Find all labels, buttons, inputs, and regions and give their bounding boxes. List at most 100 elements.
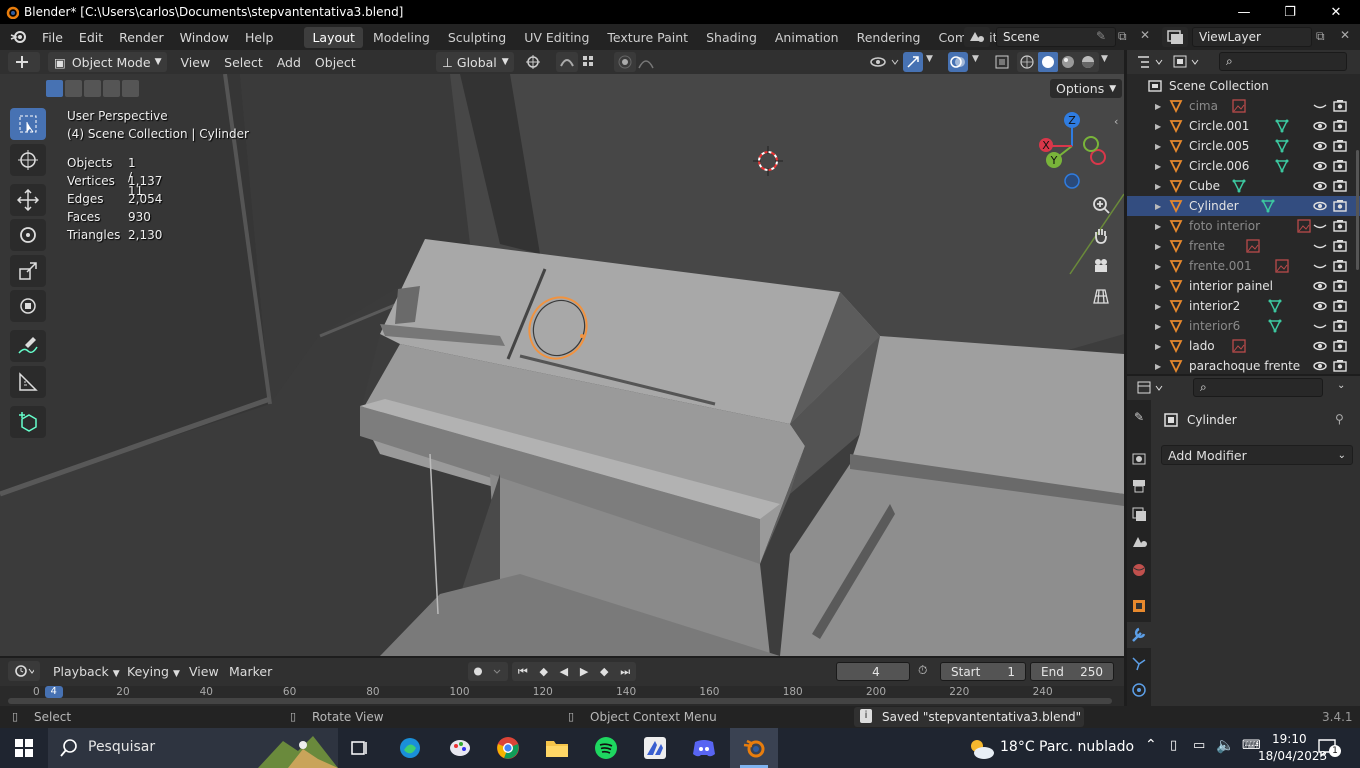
blender-menu-icon[interactable] bbox=[10, 30, 28, 44]
overlay-toggle-icon[interactable] bbox=[948, 52, 968, 72]
outliner-item[interactable]: ▶ Circle.006 bbox=[1127, 156, 1360, 176]
volume-icon[interactable]: 🔈 bbox=[1216, 736, 1235, 754]
playhead[interactable]: 4 bbox=[44, 686, 63, 698]
current-frame-field[interactable]: 4 bbox=[836, 662, 910, 681]
editor-type-icon[interactable] bbox=[8, 52, 40, 72]
eye-icon[interactable] bbox=[1313, 119, 1327, 133]
overlay-dropdown-icon[interactable]: ▼ bbox=[972, 54, 979, 64]
render-camera-icon[interactable] bbox=[1333, 339, 1347, 353]
outliner-item[interactable]: ▶ interior painel bbox=[1127, 276, 1360, 296]
battery-icon[interactable]: ▭ bbox=[1193, 738, 1205, 753]
jump-start-icon[interactable]: ⏮ bbox=[518, 665, 528, 679]
render-camera-icon[interactable] bbox=[1333, 239, 1347, 253]
image-data-icon[interactable] bbox=[1246, 239, 1260, 253]
taskbar-search[interactable]: Pesquisar bbox=[48, 728, 338, 768]
mesh-data-icon[interactable] bbox=[1275, 159, 1289, 173]
render-camera-icon[interactable] bbox=[1333, 139, 1347, 153]
gizmo-neg-y-axis[interactable] bbox=[1083, 136, 1099, 152]
timeline-ruler[interactable]: 0 20 40 60 80 100 120 140 160 180 200 220 240 4 bbox=[0, 686, 1124, 706]
eye-closed-icon[interactable] bbox=[1313, 239, 1327, 253]
tool-tab-icon[interactable]: ✎ bbox=[1129, 410, 1149, 430]
options-dropdown[interactable]: Options ▼ bbox=[1050, 79, 1123, 98]
measure-tool[interactable] bbox=[10, 366, 46, 398]
scale-tool[interactable] bbox=[10, 255, 46, 287]
expand-arrow-icon[interactable]: ▶ bbox=[1155, 302, 1161, 311]
menu-add[interactable]: Add bbox=[270, 55, 308, 70]
edge-icon[interactable] bbox=[396, 734, 424, 762]
select-new-icon[interactable] bbox=[46, 80, 63, 97]
visibility-dropdown[interactable] bbox=[866, 52, 906, 72]
zoom-view-button[interactable] bbox=[1088, 192, 1114, 218]
blender-taskbar-button[interactable] bbox=[730, 728, 778, 768]
outliner-scrollbar[interactable] bbox=[1356, 150, 1359, 270]
outliner-search-input[interactable]: ⌕ bbox=[1219, 52, 1347, 71]
preview-range-icon[interactable]: ⏱ bbox=[918, 663, 927, 678]
mesh-data-icon[interactable] bbox=[1275, 139, 1289, 153]
material-shading-icon[interactable] bbox=[1062, 56, 1074, 68]
outliner-item[interactable]: ▶ Circle.005 bbox=[1127, 136, 1360, 156]
viewlayer-browse-icon[interactable] bbox=[1162, 27, 1188, 47]
expand-arrow-icon[interactable]: ▶ bbox=[1155, 342, 1161, 351]
outliner-item[interactable]: ▶ Cube bbox=[1127, 176, 1360, 196]
mesh-data-icon[interactable] bbox=[1268, 299, 1282, 313]
tab-layout[interactable]: Layout bbox=[304, 26, 363, 48]
outliner-item[interactable]: ▶ frente.001 bbox=[1127, 256, 1360, 276]
eye-icon[interactable] bbox=[1313, 139, 1327, 153]
status-report[interactable]: i Saved "stepvantentativa3.blend" bbox=[854, 707, 1084, 727]
outliner-item[interactable]: ▶ frente bbox=[1127, 236, 1360, 256]
outliner-item[interactable]: ▶ cima bbox=[1127, 96, 1360, 116]
viewlayer-name-field[interactable]: ViewLayer bbox=[1192, 27, 1312, 47]
move-tool[interactable] bbox=[10, 184, 46, 216]
physics-tab-icon[interactable] bbox=[1129, 680, 1149, 700]
eye-icon[interactable] bbox=[1313, 299, 1327, 313]
snap-toggle-icon[interactable] bbox=[556, 52, 578, 72]
cursor-tool[interactable] bbox=[10, 144, 46, 176]
task-view-icon[interactable] bbox=[346, 734, 374, 762]
tab-animation[interactable]: Animation bbox=[767, 27, 847, 48]
solid-shading-icon[interactable] bbox=[1042, 56, 1054, 68]
render-camera-icon[interactable] bbox=[1333, 99, 1347, 113]
jump-end-icon[interactable]: ⏭ bbox=[620, 665, 630, 679]
weather-text[interactable]: 18°C Parc. nublado bbox=[1000, 739, 1134, 755]
select-intersect-icon[interactable] bbox=[122, 80, 139, 97]
eye-icon[interactable] bbox=[1313, 199, 1327, 213]
camera-view-button[interactable] bbox=[1088, 253, 1114, 279]
timeline-editor-type-icon[interactable] bbox=[8, 661, 40, 681]
tab-rendering[interactable]: Rendering bbox=[849, 27, 929, 48]
playback-menu[interactable]: Playback ▼ bbox=[46, 664, 127, 679]
outliner-item[interactable]: ▶ interior2 bbox=[1127, 296, 1360, 316]
maximize-button[interactable]: ❐ bbox=[1267, 0, 1313, 24]
rendered-shading-icon[interactable] bbox=[1082, 56, 1094, 68]
expand-arrow-icon[interactable]: ▶ bbox=[1155, 322, 1161, 331]
chrome-icon[interactable] bbox=[494, 734, 522, 762]
ortho-toggle-button[interactable] bbox=[1088, 283, 1114, 309]
show-hidden-icons[interactable]: ⌃ bbox=[1145, 737, 1157, 753]
timeline-scrollbar[interactable] bbox=[8, 698, 1112, 704]
file-explorer-icon[interactable] bbox=[543, 734, 571, 762]
menu-object[interactable]: Object bbox=[308, 55, 363, 70]
expand-arrow-icon[interactable]: ▶ bbox=[1155, 102, 1161, 111]
app-icon[interactable] bbox=[641, 734, 669, 762]
eye-closed-icon[interactable] bbox=[1313, 259, 1327, 273]
render-camera-icon[interactable] bbox=[1333, 219, 1347, 233]
output-tab-icon[interactable] bbox=[1129, 476, 1149, 496]
image-data-icon[interactable] bbox=[1296, 219, 1311, 233]
render-camera-icon[interactable] bbox=[1333, 199, 1347, 213]
particles-tab-icon[interactable] bbox=[1129, 654, 1149, 674]
expand-arrow-icon[interactable]: ▶ bbox=[1155, 122, 1161, 131]
outliner-root[interactable]: Scene Collection bbox=[1127, 76, 1360, 96]
render-tab-icon[interactable] bbox=[1129, 448, 1149, 468]
mesh-data-icon[interactable] bbox=[1275, 119, 1289, 133]
outliner-item[interactable]: ▶ lado bbox=[1127, 336, 1360, 356]
view-layer-tab-icon[interactable] bbox=[1129, 504, 1149, 524]
transform-orientation-dropdown[interactable]: ⊥ Global ▼ bbox=[436, 52, 514, 72]
snap-grid-icon[interactable] bbox=[580, 52, 610, 72]
navigation-gizmo[interactable]: Z Y X bbox=[1036, 110, 1110, 192]
add-modifier-dropdown[interactable]: Add Modifier ⌄ bbox=[1161, 445, 1353, 465]
properties-search-input[interactable]: ⌕ bbox=[1193, 378, 1323, 397]
rotate-tool[interactable] bbox=[10, 219, 46, 251]
tab-sculpting[interactable]: Sculpting bbox=[440, 27, 514, 48]
expand-arrow-icon[interactable]: ▶ bbox=[1155, 162, 1161, 171]
menu-help[interactable]: Help bbox=[237, 30, 282, 45]
spotify-icon[interactable] bbox=[592, 734, 620, 762]
